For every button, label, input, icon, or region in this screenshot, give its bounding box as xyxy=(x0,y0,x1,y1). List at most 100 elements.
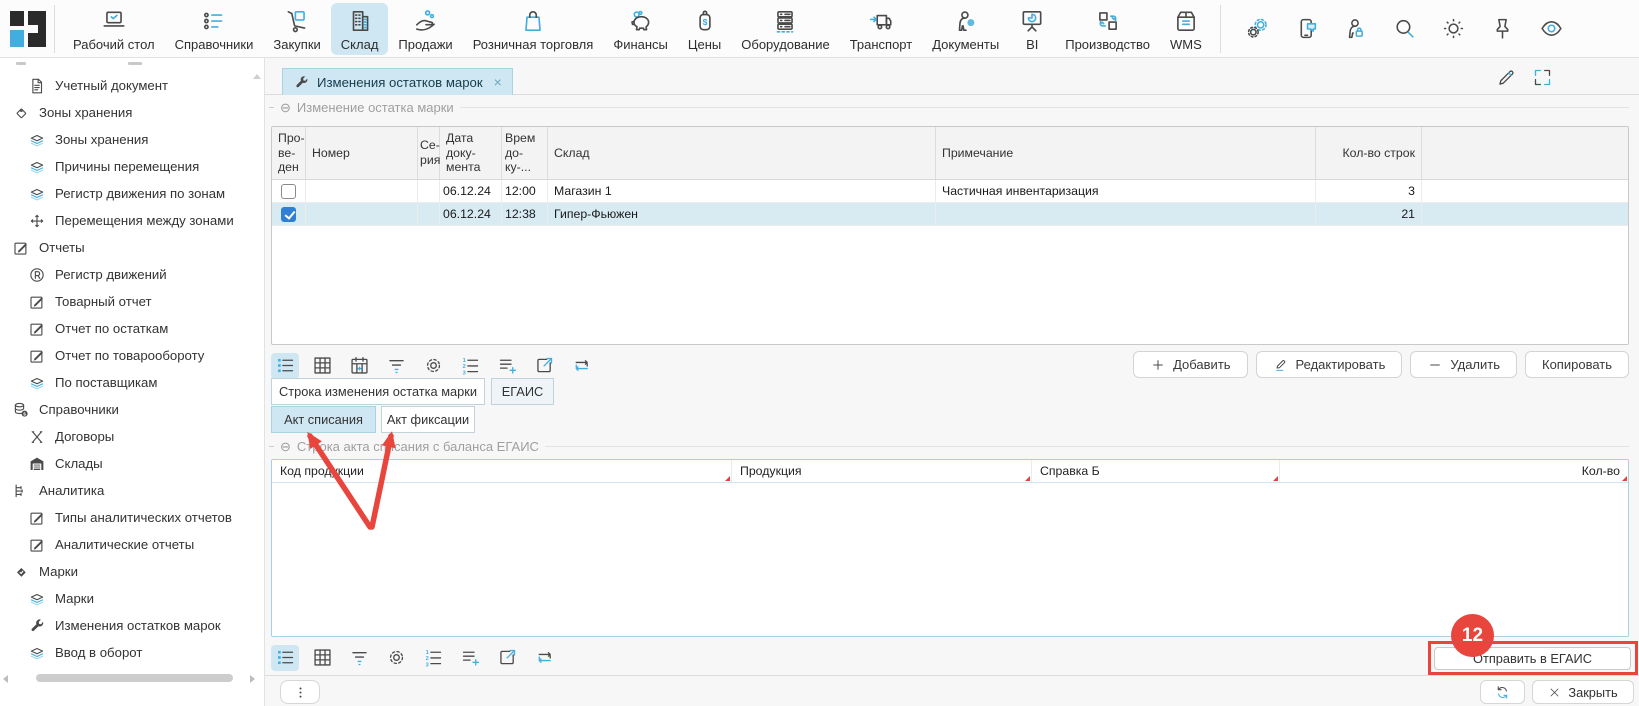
collapse-icon[interactable]: ⊖ xyxy=(280,440,291,453)
document-tab[interactable]: Изменения остатков марок × xyxy=(282,68,513,95)
more-button[interactable] xyxy=(280,680,320,704)
egais-table-header: Код продукции Продукция Справка Б Кол-во xyxy=(272,460,1628,483)
toolbar-button[interactable] xyxy=(493,645,521,671)
sidebar-item[interactable]: Марки xyxy=(0,558,264,585)
toolbar-button[interactable] xyxy=(419,353,447,379)
sidebar-item[interactable]: Аналитические отчеты xyxy=(0,531,264,558)
sidebar-item[interactable]: Регистр движения по зонам xyxy=(0,180,264,207)
toolbar-button[interactable] xyxy=(456,645,484,671)
user-lock-icon[interactable] xyxy=(1343,16,1368,41)
toolbar-button[interactable] xyxy=(308,645,336,671)
action-button[interactable]: Редактировать xyxy=(1256,351,1403,378)
nav-item[interactable]: Рабочий стол xyxy=(63,3,165,55)
sidebar-item[interactable]: Марки xyxy=(0,585,264,612)
collapse-icon[interactable]: ⊖ xyxy=(280,101,291,114)
column-header[interactable]: Кол-во xyxy=(1280,460,1628,482)
table-row[interactable]: 06.12.24 12:00 Магазин 1 Частичная инвен… xyxy=(272,180,1628,203)
nav-item[interactable]: Оборудование xyxy=(731,3,839,55)
column-header[interactable]: Врем до- ку-... xyxy=(502,127,548,179)
sidebar-item[interactable]: Отчеты xyxy=(0,234,264,261)
table-row[interactable]: 06.12.24 12:38 Гипер-Фьюжен 21 xyxy=(272,203,1628,226)
toolbar-button[interactable] xyxy=(271,645,299,671)
toolbar-button[interactable]: 123 xyxy=(419,645,447,671)
app-logo[interactable] xyxy=(10,11,46,47)
egais-subtab[interactable]: Акт фиксации xyxy=(381,406,475,433)
scroll-up-arrow-icon[interactable] xyxy=(253,74,261,79)
column-header[interactable]: Склад xyxy=(548,127,936,179)
toolbar-button[interactable] xyxy=(382,645,410,671)
nav-item[interactable]: Документы xyxy=(922,3,1009,55)
column-header[interactable]: Номер xyxy=(306,127,418,179)
nav-item[interactable]: Справочники xyxy=(165,3,264,55)
nav-item[interactable]: $ Цены xyxy=(678,3,731,55)
detail-tab[interactable]: Строка изменения остатка марки xyxy=(271,378,485,405)
row-checkbox[interactable] xyxy=(281,207,296,222)
scroll-left-arrow-icon[interactable] xyxy=(3,675,8,683)
expand-icon[interactable] xyxy=(1532,67,1553,88)
pin-icon[interactable] xyxy=(1490,16,1515,41)
nav-item[interactable]: Производство xyxy=(1055,3,1160,55)
column-header[interactable]: Кол-во строк xyxy=(1316,127,1422,179)
nav-item[interactable]: WMS xyxy=(1160,3,1212,55)
sidebar-item[interactable]: Зоны хранения xyxy=(0,126,264,153)
sidebar-item[interactable]: Отчет по товарообороту xyxy=(0,342,264,369)
sidebar-item[interactable]: Перемещения между зонами xyxy=(0,207,264,234)
sidebar-item[interactable]: Регистр движений xyxy=(0,261,264,288)
pencil-icon[interactable] xyxy=(1496,67,1517,88)
nav-item[interactable]: Продажи xyxy=(388,3,462,55)
sidebar-item[interactable]: Отчет по остаткам xyxy=(0,315,264,342)
column-header[interactable]: Про- ве- ден xyxy=(272,127,306,179)
toolbar-button[interactable] xyxy=(345,353,373,379)
sidebar-item[interactable]: Изменения остатков марок xyxy=(0,612,264,639)
action-button[interactable]: Удалить xyxy=(1410,351,1517,378)
sidebar-item[interactable]: Типы аналитических отчетов xyxy=(0,504,264,531)
nav-item[interactable]: Финансы xyxy=(603,3,678,55)
nav-item[interactable]: Транспорт xyxy=(840,3,923,55)
toolbar-button[interactable] xyxy=(345,645,373,671)
nav-item[interactable]: Закупки xyxy=(263,3,330,55)
search-icon[interactable] xyxy=(1392,16,1417,41)
sidebar-item[interactable]: Склады xyxy=(0,450,264,477)
sidebar-item[interactable]: Ввод в оборот xyxy=(0,639,264,666)
toolbar-button[interactable] xyxy=(271,353,299,379)
sidebar-item[interactable]: Зоны хранения xyxy=(0,99,264,126)
action-button[interactable]: Копировать xyxy=(1525,351,1629,378)
sidebar-item[interactable]: Договоры xyxy=(0,423,264,450)
toolbar-button[interactable] xyxy=(530,645,558,671)
egais-subtab[interactable]: Акт списания xyxy=(271,406,376,433)
row-checkbox[interactable] xyxy=(281,184,296,199)
device-chat-icon[interactable] xyxy=(1294,16,1319,41)
toolbar-button[interactable] xyxy=(530,353,558,379)
gears-icon[interactable] xyxy=(1245,16,1270,41)
scroll-right-arrow-icon[interactable] xyxy=(250,675,255,683)
column-header[interactable]: Дата доку- мента xyxy=(440,127,502,179)
sidebar-item[interactable]: Причины перемещения xyxy=(0,153,264,180)
toolbar-button[interactable] xyxy=(567,353,595,379)
nav-item[interactable]: Розничная торговля xyxy=(463,3,604,55)
column-header[interactable]: Примечание xyxy=(936,127,1316,179)
action-button[interactable]: Добавить xyxy=(1133,351,1247,378)
brightness-icon[interactable] xyxy=(1441,16,1466,41)
sidebar-item[interactable]: $ Справочники xyxy=(0,396,264,423)
column-header[interactable]: Продукция xyxy=(732,460,1032,482)
toolbar-button[interactable] xyxy=(493,353,521,379)
nav-item[interactable]: BI xyxy=(1009,3,1055,55)
sidebar-item[interactable]: Аналитика xyxy=(0,477,264,504)
sidebar-item[interactable]: Товарный отчет xyxy=(0,288,264,315)
sidebar-item[interactable]: Учетный документ xyxy=(0,72,264,99)
refresh-button[interactable] xyxy=(1480,680,1525,704)
column-header[interactable]: Код продукции xyxy=(272,460,732,482)
column-header[interactable]: Справка Б xyxy=(1032,460,1280,482)
sidebar-item[interactable]: По поставщикам xyxy=(0,369,264,396)
toolbar-button[interactable]: 123 xyxy=(456,353,484,379)
toolbar-button[interactable] xyxy=(308,353,336,379)
horizontal-scrollbar[interactable] xyxy=(0,673,258,684)
toolbar-button[interactable] xyxy=(382,353,410,379)
close-tab-icon[interactable]: × xyxy=(494,74,502,90)
detail-tab[interactable]: ЕГАИС xyxy=(491,378,554,405)
eye-icon[interactable] xyxy=(1539,16,1564,41)
nav-item[interactable]: Склад xyxy=(331,3,389,55)
close-button[interactable]: Закрыть xyxy=(1532,680,1634,704)
scrollbar-thumb[interactable] xyxy=(36,674,233,682)
column-header[interactable]: Се- рия xyxy=(418,127,440,179)
